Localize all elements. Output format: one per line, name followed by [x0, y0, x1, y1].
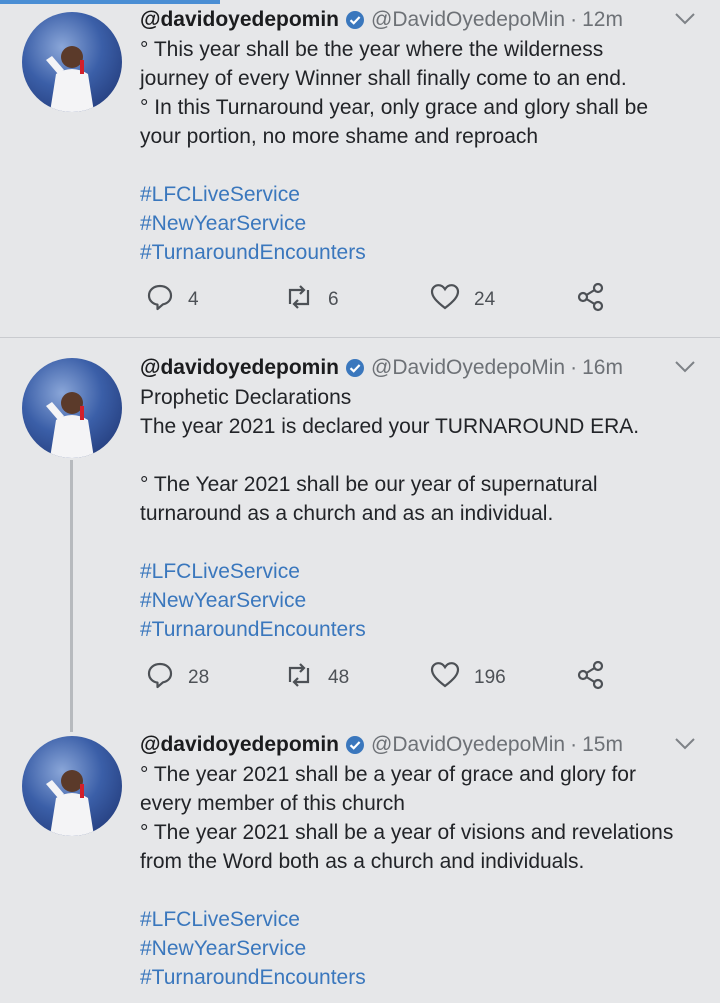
timestamp[interactable]: 12m — [582, 8, 623, 32]
user-handle[interactable]: @DavidOyedepoMin — [371, 733, 565, 757]
top-progress-indicator — [0, 0, 220, 4]
display-name[interactable]: @davidoyedepomin — [140, 8, 339, 32]
hashtag-link[interactable]: #NewYearService — [140, 209, 710, 238]
heart-icon — [430, 661, 460, 695]
hashtag-link[interactable]: #LFCLiveService — [140, 557, 710, 586]
hashtag-link[interactable]: #TurnaroundEncounters — [140, 238, 710, 267]
verified-badge-icon — [345, 10, 365, 30]
share-button[interactable] — [576, 282, 606, 318]
tweet-text: Prophetic Declarations The year 2021 is … — [140, 383, 710, 644]
tweet-line: ° This year shall be the year where the … — [140, 38, 604, 61]
reply-icon — [146, 283, 174, 317]
like-button[interactable]: 24 — [430, 283, 495, 317]
reply-button[interactable]: 28 — [146, 661, 209, 695]
tweet-text: ° The year 2021 shall be a year of grace… — [140, 760, 710, 992]
verified-badge-icon — [345, 358, 365, 378]
timeline-feed: @davidoyedepomin @DavidOyedepoMin · 12m … — [0, 0, 720, 1003]
like-count: 196 — [474, 667, 506, 688]
avatar[interactable] — [22, 12, 122, 112]
hashtag-link[interactable]: #LFCLiveService — [140, 180, 710, 209]
share-button[interactable] — [576, 660, 606, 696]
like-count: 24 — [474, 289, 496, 310]
reply-button[interactable]: 4 — [146, 283, 199, 317]
tweet-line: Prophetic Declarations — [140, 386, 352, 409]
chevron-down-icon[interactable] — [674, 733, 696, 755]
retweet-count: 6 — [328, 289, 339, 310]
like-button[interactable]: 196 — [430, 661, 506, 695]
retweet-icon — [284, 662, 314, 694]
reply-count: 4 — [188, 289, 199, 310]
tweet-header: @davidoyedepomin @DavidOyedepoMin · 12m — [140, 5, 623, 35]
thread-connector — [70, 460, 73, 732]
tweet-line: from the Word both as a church and indiv… — [140, 850, 585, 873]
retweet-button[interactable]: 48 — [284, 662, 349, 694]
tweet-divider — [0, 337, 720, 338]
reply-count: 28 — [188, 667, 210, 688]
retweet-icon — [284, 284, 314, 316]
user-handle[interactable]: @DavidOyedepoMin — [371, 8, 565, 32]
hashtag-link[interactable]: #TurnaroundEncounters — [140, 615, 710, 644]
reply-icon — [146, 661, 174, 695]
tweet-line: turnaround as a church and as an individ… — [140, 502, 554, 525]
tweet-line: ° In this Turnaround year, only grace an… — [140, 96, 649, 119]
timestamp[interactable]: 16m — [582, 356, 623, 380]
tweet-line: ° The year 2021 shall be a year of visio… — [140, 821, 674, 844]
hashtag-link[interactable]: #LFCLiveService — [140, 905, 710, 934]
avatar[interactable] — [22, 736, 122, 836]
tweet-line: ° The Year 2021 shall be our year of sup… — [140, 473, 598, 496]
chevron-down-icon[interactable] — [674, 8, 696, 30]
tweet-header: @davidoyedepomin @DavidOyedepoMin · 16m — [140, 353, 623, 383]
hashtag-link[interactable]: #NewYearService — [140, 934, 710, 963]
chevron-down-icon[interactable] — [674, 356, 696, 378]
separator-dot: · — [570, 356, 578, 379]
hashtag-link[interactable]: #NewYearService — [140, 586, 710, 615]
retweet-count: 48 — [328, 667, 350, 688]
retweet-button[interactable]: 6 — [284, 284, 339, 316]
hashtag-link[interactable]: #TurnaroundEncounters — [140, 963, 710, 992]
tweet-line: ° The year 2021 shall be a year of grace… — [140, 763, 636, 786]
tweet-line: every member of this church — [140, 792, 405, 815]
display-name[interactable]: @davidoyedepomin — [140, 356, 339, 380]
heart-icon — [430, 283, 460, 317]
share-icon — [576, 282, 606, 318]
separator-dot: · — [570, 733, 578, 756]
tweet-line: your portion, no more shame and reproach — [140, 125, 539, 148]
tweet-line: journey of every Winner shall finally co… — [140, 67, 627, 90]
tweet-line: The year 2021 is declared your TURNAROUN… — [140, 415, 640, 438]
verified-badge-icon — [345, 735, 365, 755]
share-icon — [576, 660, 606, 696]
display-name[interactable]: @davidoyedepomin — [140, 733, 339, 757]
tweet-actions: 28 48 196 — [140, 660, 620, 696]
timestamp[interactable]: 15m — [582, 733, 623, 757]
tweet-text: ° This year shall be the year where the … — [140, 35, 710, 267]
avatar[interactable] — [22, 358, 122, 458]
separator-dot: · — [570, 8, 578, 31]
user-handle[interactable]: @DavidOyedepoMin — [371, 356, 565, 380]
tweet-actions: 4 6 24 — [140, 282, 620, 318]
tweet-header: @davidoyedepomin @DavidOyedepoMin · 15m — [140, 730, 623, 760]
